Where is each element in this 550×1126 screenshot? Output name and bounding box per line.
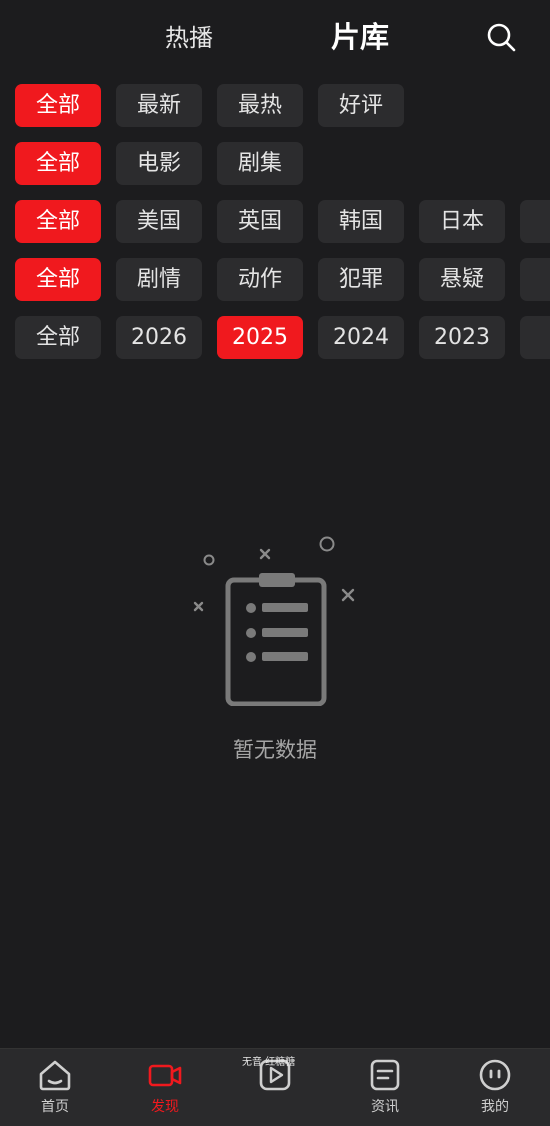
- top-tab-bar: 热播 片库: [0, 0, 550, 76]
- filter-row-year: 全部 2026 2025 2024 2023 20: [0, 316, 550, 360]
- nav-play[interactable]: 无音 红糖糖: [220, 1057, 330, 1123]
- filter-chip-year[interactable]: 全部: [15, 316, 101, 359]
- filter-chip-region[interactable]: 英国: [217, 200, 303, 243]
- empty-message: 暂无数据: [233, 738, 317, 762]
- news-icon: [370, 1059, 400, 1091]
- filter-chip-year[interactable]: 2023: [419, 316, 505, 359]
- filter-chip-year[interactable]: 2025: [217, 316, 303, 359]
- nav-home-label: 首页: [41, 1099, 69, 1115]
- video-camera-icon: [148, 1064, 182, 1087]
- filter-chip-genre[interactable]: 动作: [217, 258, 303, 301]
- home-icon: [39, 1060, 71, 1091]
- nav-news-label: 资讯: [371, 1099, 399, 1115]
- filter-chip-genre[interactable]: 科: [520, 258, 550, 301]
- filter-chip-genre[interactable]: 犯罪: [318, 258, 404, 301]
- filter-chip-genre[interactable]: 剧情: [116, 258, 202, 301]
- filter-row-genre: 全部剧情动作犯罪悬疑科: [0, 258, 550, 302]
- filter-chip-type[interactable]: 全部: [15, 142, 101, 185]
- tab-hot[interactable]: 热播: [165, 18, 213, 53]
- filter-chip-region[interactable]: 日本: [419, 200, 505, 243]
- filter-chip-sort[interactable]: 最热: [217, 84, 303, 127]
- bottom-nav: 首页 发现 无音 红糖糖 资讯 我的: [0, 1048, 550, 1126]
- nav-discover-label: 发现: [151, 1099, 179, 1115]
- search-button[interactable]: [484, 20, 518, 54]
- filter-row-region: 全部美国英国韩国日本其: [0, 200, 550, 244]
- filter-chip-sort[interactable]: 好评: [318, 84, 404, 127]
- filter-chip-year[interactable]: 2026: [116, 316, 202, 359]
- filter-chip-region[interactable]: 其: [520, 200, 550, 243]
- filter-chip-genre[interactable]: 悬疑: [419, 258, 505, 301]
- filter-chip-region[interactable]: 韩国: [318, 200, 404, 243]
- filter-chip-region[interactable]: 美国: [116, 200, 202, 243]
- search-icon: [487, 23, 516, 52]
- filter-chip-genre[interactable]: 全部: [15, 258, 101, 301]
- filter-chip-sort[interactable]: 全部: [15, 84, 101, 127]
- filter-chip-region[interactable]: 全部: [15, 200, 101, 243]
- empty-state: 暂无数据: [0, 500, 550, 780]
- nav-news[interactable]: 资讯: [330, 1057, 440, 1123]
- filter-chip-type[interactable]: 剧集: [217, 142, 303, 185]
- filter-chip-year[interactable]: 2024: [318, 316, 404, 359]
- profile-icon: [479, 1059, 511, 1091]
- filter-row-sort: 全部 最新 最热 好评: [0, 84, 550, 128]
- nav-profile-label: 我的: [481, 1099, 509, 1115]
- filter-chip-year[interactable]: 20: [520, 316, 550, 359]
- nav-home[interactable]: 首页: [0, 1057, 110, 1123]
- filter-row-type: 全部 电影 剧集: [0, 142, 550, 186]
- watermark-text: 无音 红糖糖: [242, 1057, 296, 1068]
- filter-chip-sort[interactable]: 最新: [116, 84, 202, 127]
- nav-discover[interactable]: 发现: [110, 1057, 220, 1123]
- filter-panel: 全部最新最热好评 全部电影剧集 全部美国英国韩国日本其 全部剧情动作犯罪悬疑科 …: [0, 76, 550, 366]
- tab-library[interactable]: 片库: [331, 14, 389, 56]
- filter-chip-type[interactable]: 电影: [116, 142, 202, 185]
- clipboard-list-icon: [193, 536, 355, 706]
- nav-profile[interactable]: 我的: [440, 1057, 550, 1123]
- app-root: 热播 片库 全部最新最热好评 全部电影剧集 全部美国英国韩国日本其 全部剧情动作…: [0, 0, 550, 1126]
